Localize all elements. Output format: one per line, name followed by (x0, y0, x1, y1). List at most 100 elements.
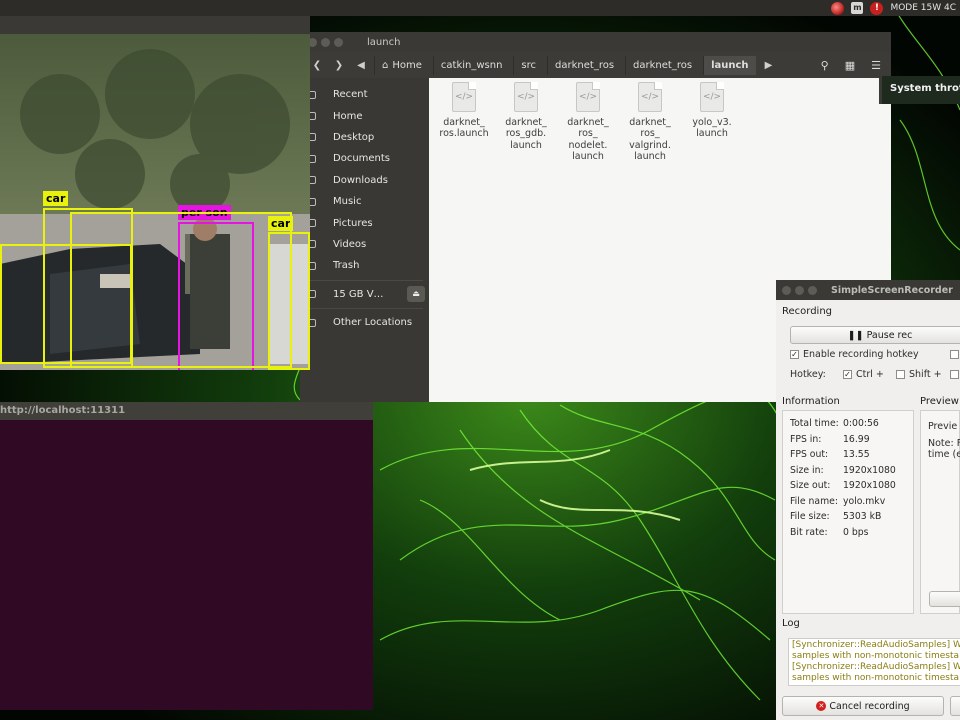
video-titlebar[interactable] (0, 16, 310, 34)
minimize-icon[interactable] (321, 37, 330, 47)
file-name: yolo_v3. launch (692, 117, 732, 140)
sidebar-item-music[interactable]: Music (300, 191, 429, 212)
terminal-body[interactable] (0, 420, 373, 710)
sidebar-separator (306, 279, 423, 281)
eject-icon[interactable]: ⏏ (407, 286, 425, 303)
warning-icon[interactable]: ! (870, 1, 884, 15)
file-manager-titlebar[interactable]: launch (300, 32, 891, 52)
terminal-title: http://localhost:11311 (0, 405, 126, 416)
system-throttle-notification[interactable]: System throt (879, 76, 960, 104)
home-icon: ⌂ (382, 59, 389, 71)
log-section-title: Log (782, 618, 800, 629)
shift-checkbox[interactable]: Shift + (896, 369, 942, 380)
close-icon[interactable] (782, 285, 791, 295)
file-name: darknet_ ros_ valgrind. launch (629, 117, 671, 162)
file-item[interactable]: </> darknet_ ros_gdb. launch (501, 82, 551, 151)
sidebar-item-pictures[interactable]: Pictures (300, 212, 429, 233)
breadcrumb-home[interactable]: ⌂ Home (374, 55, 429, 75)
ctrl-checkbox[interactable]: ✓ Ctrl + (843, 369, 884, 380)
file-item[interactable]: </> darknet_ ros.launch (439, 82, 489, 140)
sidebar-item-documents[interactable]: Documents (300, 148, 429, 169)
cancel-recording-button[interactable]: ✕ Cancel recording (782, 696, 944, 716)
breadcrumb-launch[interactable]: launch (703, 55, 756, 75)
enable-hotkey-checkbox[interactable]: ✓ Enable recording hotkey (790, 349, 919, 360)
places-sidebar: Recent Home Desktop Documents Downloads … (300, 78, 429, 402)
detection-label-car: car (43, 191, 69, 206)
forward-button[interactable]: ❯ (330, 60, 348, 71)
log-output[interactable]: [Synchronizer::ReadAudioSamples] W sampl… (788, 638, 960, 686)
info-fps-in: FPS in: 16.99 (790, 433, 870, 445)
preview-panel: Previe Note: F time (e (920, 410, 960, 614)
checkbox-unchecked-icon (950, 370, 959, 379)
keyboard-layout-icon[interactable]: m (851, 2, 864, 14)
sidebar-item-volume[interactable]: 15 GB V… ⏏ (300, 284, 429, 305)
record-indicator-icon[interactable] (831, 1, 845, 15)
launch-file-icon: </> (514, 82, 538, 112)
sidebar-item-home[interactable]: Home (300, 105, 429, 126)
alt-checkbox[interactable] (950, 369, 960, 380)
breadcrumb-catkin[interactable]: catkin_wsnn (432, 55, 510, 75)
file-item[interactable]: </> yolo_v3. launch (687, 82, 737, 140)
pause-icon: ❚❚ (847, 329, 864, 341)
search-icon[interactable]: ⚲ (821, 59, 829, 72)
pause-recording-button[interactable]: ❚❚ Pause rec (790, 326, 960, 344)
breadcrumb-right-arrow-icon[interactable]: ▶ (760, 60, 778, 71)
video-frame: car per son car (0, 34, 310, 370)
file-name: darknet_ ros_ nodelet. launch (567, 117, 609, 162)
log-line: [Synchronizer::ReadAudioSamples] W (792, 662, 960, 672)
information-section-title: Information (782, 396, 840, 407)
sidebar-item-desktop[interactable]: Desktop (300, 127, 429, 148)
power-mode-label[interactable]: MODE 15W 4C (890, 3, 956, 13)
info-size-in: Size in: 1920x1080 (790, 464, 896, 476)
file-name: darknet_ ros.launch (439, 117, 489, 140)
sidebar-item-other-locations[interactable]: Other Locations (300, 312, 429, 333)
sidebar-item-videos[interactable]: Videos (300, 234, 429, 255)
file-name: darknet_ ros_gdb. launch (505, 117, 547, 151)
preview-note-line-2: time (e (928, 449, 960, 460)
top-panel: m ! MODE 15W 4C (0, 0, 960, 16)
file-item[interactable]: </> darknet_ ros_ valgrind. launch (625, 82, 675, 162)
breadcrumb-src[interactable]: src (513, 55, 543, 75)
window-title: launch (367, 36, 401, 48)
detection-video-window: car per son car (0, 16, 310, 370)
file-manager-toolbar: ❮ ❯ ◀ ⌂ Home catkin_wsnn src darknet_ros… (300, 52, 891, 78)
preview-note-line-1: Note: F (928, 438, 960, 449)
start-preview-button[interactable] (929, 591, 960, 607)
file-item[interactable]: </> darknet_ ros_ nodelet. launch (563, 82, 613, 162)
sidebar-item-downloads[interactable]: Downloads (300, 170, 429, 191)
info-file-name: File name: yolo.mkv (790, 495, 886, 507)
breadcrumb-left-arrow-icon[interactable]: ◀ (352, 60, 370, 71)
checkbox-unchecked-icon (950, 350, 959, 359)
launch-file-icon: </> (638, 82, 662, 112)
log-line: samples with non-monotonic timesta (792, 651, 959, 661)
cancel-icon: ✕ (816, 701, 827, 711)
maximize-icon[interactable] (808, 285, 817, 295)
checkbox-unchecked-icon (896, 370, 905, 379)
sidebar-item-recent[interactable]: Recent (300, 84, 429, 105)
launch-file-icon: </> (700, 82, 724, 112)
back-button[interactable]: ❮ (308, 60, 326, 71)
hotkey-extra-checkbox[interactable] (950, 349, 960, 360)
recorder-titlebar[interactable]: SimpleScreenRecorder (776, 280, 960, 300)
sidebar-item-trash[interactable]: Trash (300, 255, 429, 276)
launch-file-icon: </> (576, 82, 600, 112)
terminal-titlebar[interactable]: http://localhost:11311 (0, 402, 373, 420)
recording-section-title: Recording (782, 306, 833, 317)
breadcrumb-darknet-ros-2[interactable]: darknet_ros (625, 55, 699, 75)
breadcrumb-darknet-ros-1[interactable]: darknet_ros (547, 55, 621, 75)
preview-section-title: Preview (920, 396, 959, 407)
minimize-icon[interactable] (795, 285, 804, 295)
view-options-icon[interactable]: ▦ (845, 59, 855, 72)
maximize-icon[interactable] (334, 37, 343, 47)
save-recording-button[interactable] (950, 696, 960, 716)
info-file-size: File size: 5303 kB (790, 511, 882, 522)
info-total-time: Total time: 0:00:56 (790, 418, 879, 429)
preview-text: Previe (928, 421, 958, 432)
sidebar-separator (306, 307, 423, 309)
terminal-window: http://localhost:11311 (0, 402, 373, 710)
window-title: SimpleScreenRecorder (831, 284, 953, 296)
info-fps-out: FPS out: 13.55 (790, 449, 870, 460)
hotkey-label: Hotkey: (790, 369, 826, 380)
menu-icon[interactable]: ☰ (871, 59, 881, 72)
checkbox-checked-icon: ✓ (843, 370, 852, 379)
